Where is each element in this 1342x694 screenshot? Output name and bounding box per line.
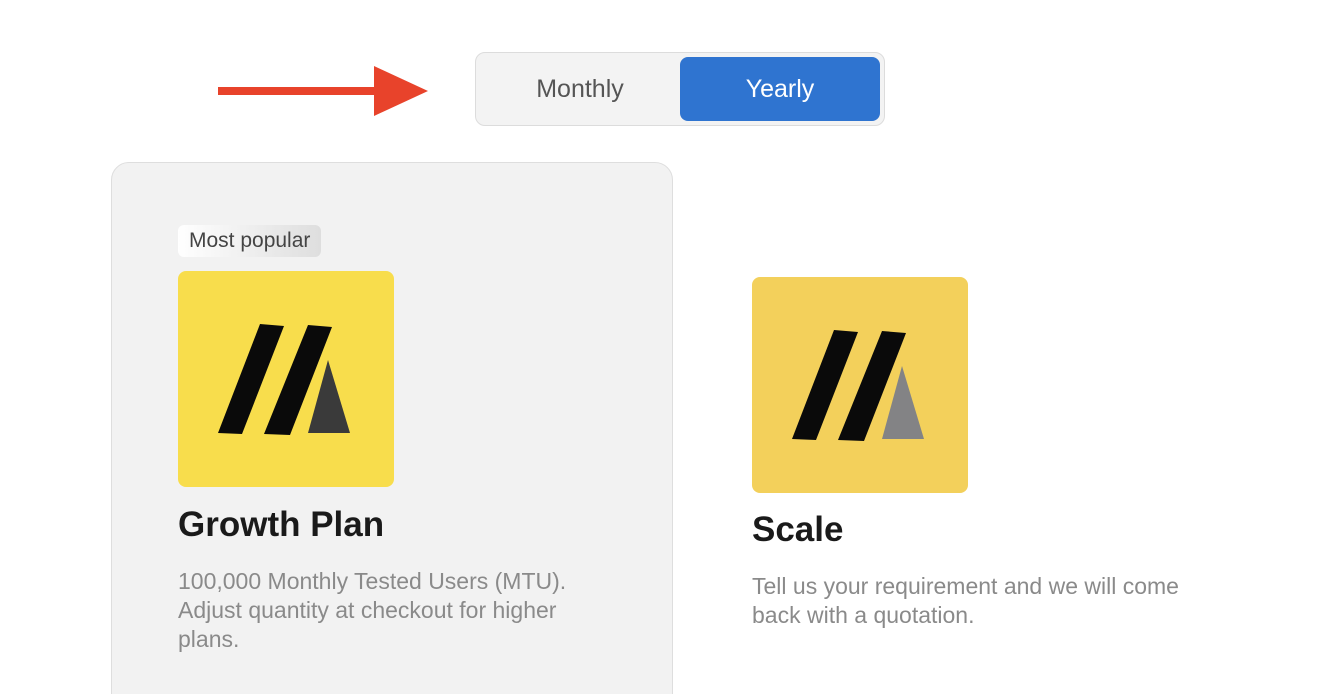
- plan-title: Scale: [752, 510, 844, 549]
- brand-logo-icon: [178, 271, 394, 487]
- billing-period-toggle: Monthly Yearly: [475, 52, 885, 126]
- brand-logo-icon: [752, 277, 968, 493]
- yearly-option-button[interactable]: Yearly: [680, 57, 880, 121]
- red-arrow-annotation-icon: [218, 66, 428, 116]
- most-popular-badge: Most popular: [178, 225, 322, 257]
- growth-plan-card[interactable]: Most popular Growth Plan 100,000 Monthly…: [111, 162, 673, 694]
- plan-title: Growth Plan: [178, 505, 385, 544]
- plan-description: 100,000 Monthly Tested Users (MTU). Adju…: [178, 568, 567, 652]
- pricing-page: Monthly Yearly Most popular Growth Plan …: [0, 0, 1342, 694]
- monthly-option-button[interactable]: Monthly: [480, 57, 680, 121]
- plan-description: Tell us your requirement and we will com…: [752, 573, 1179, 628]
